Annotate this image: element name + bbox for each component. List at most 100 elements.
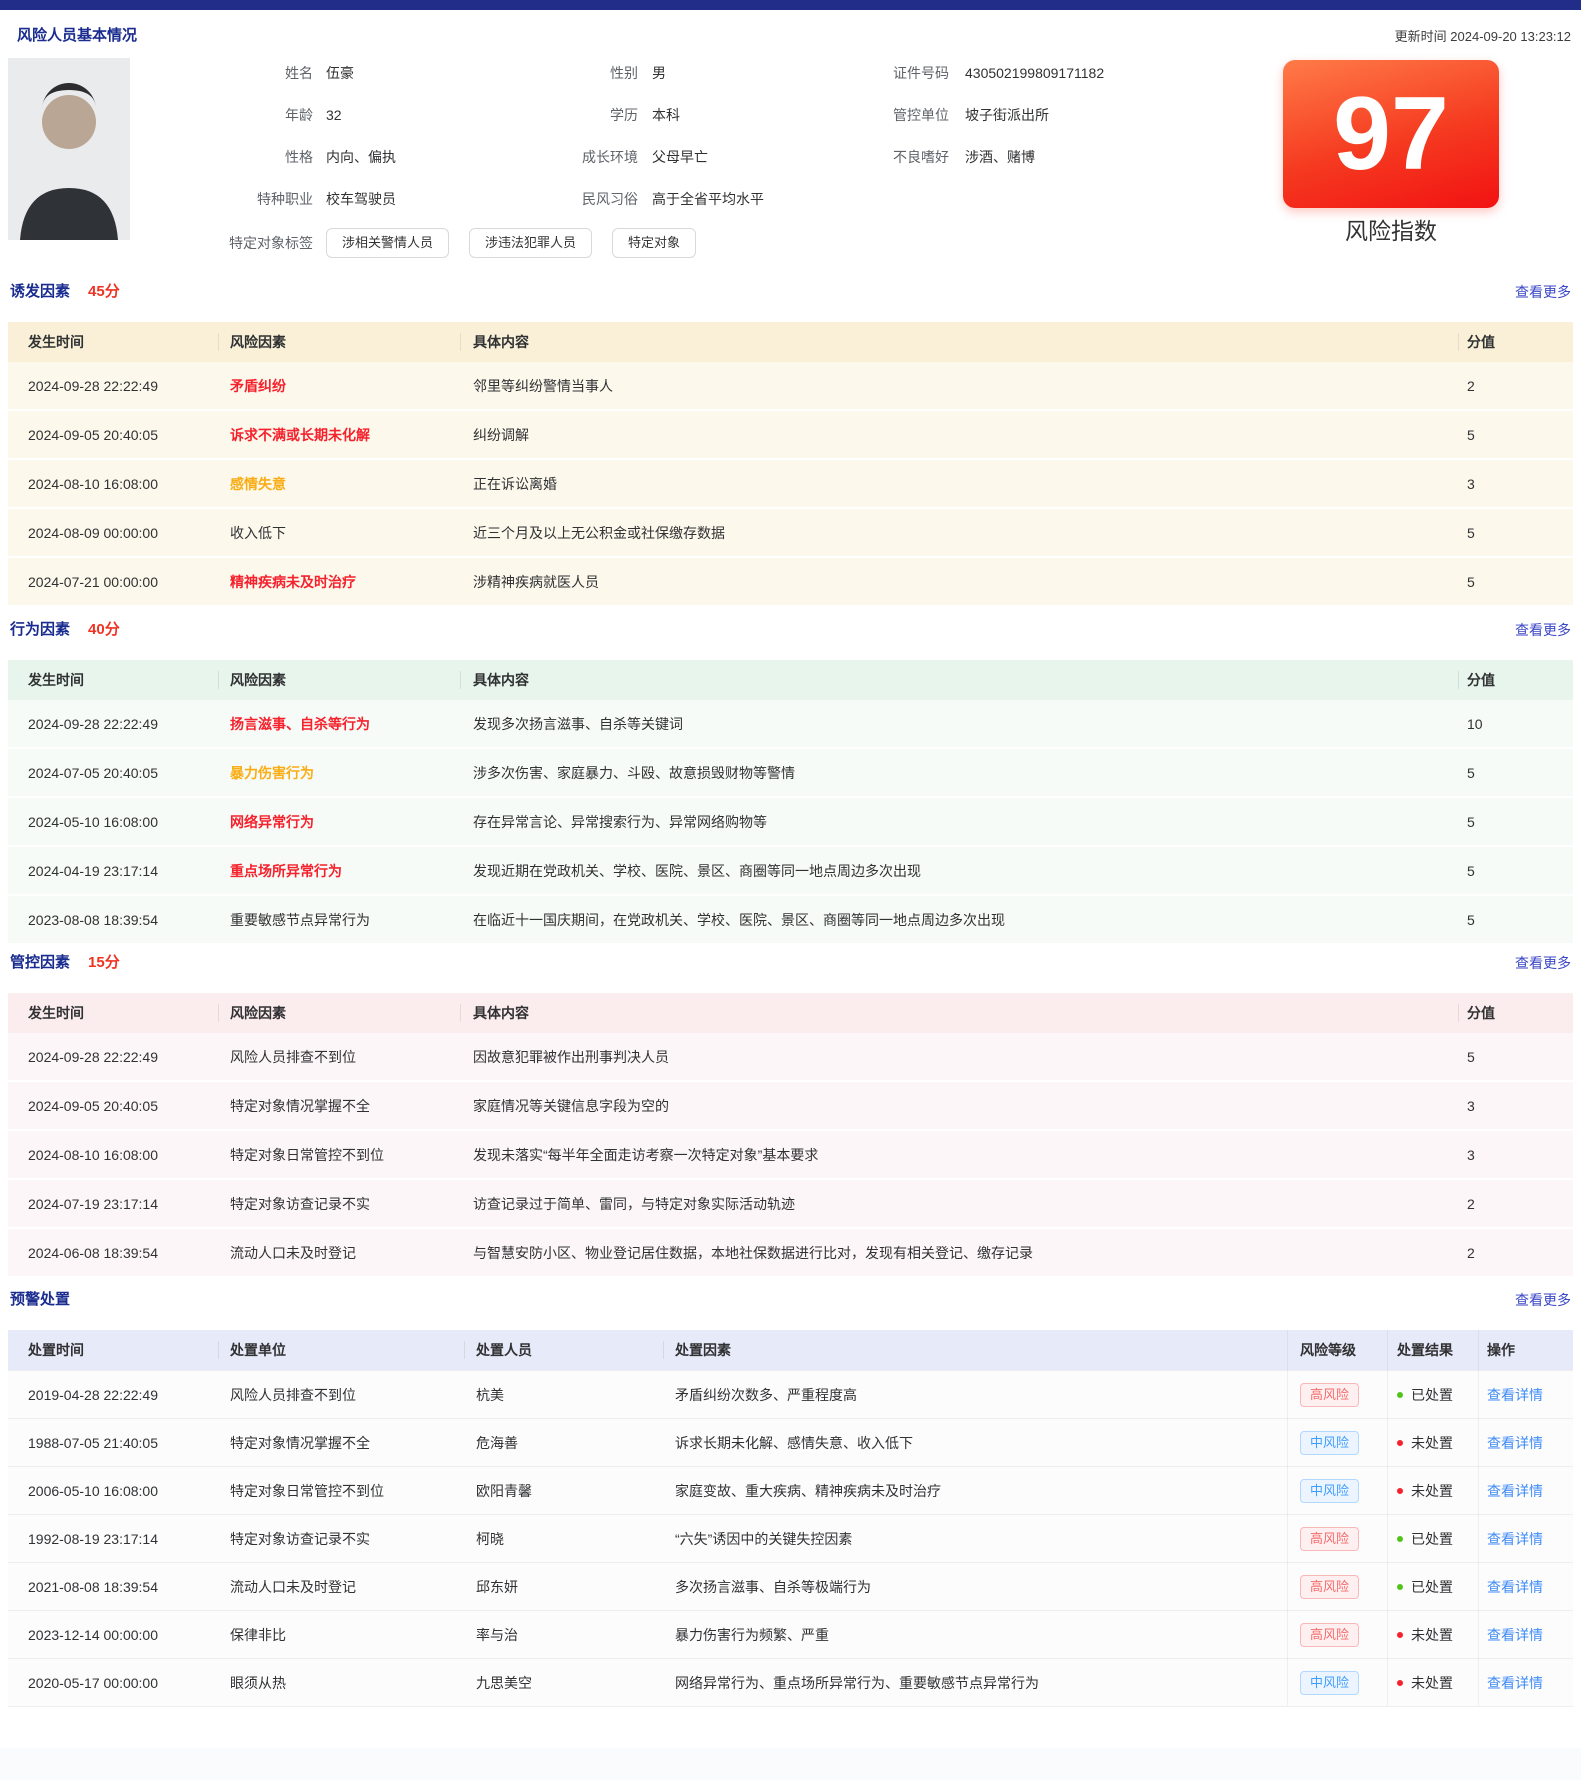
view-detail-link[interactable]: 查看详情 xyxy=(1487,1481,1543,1501)
table-header-cell: 具体内容 xyxy=(473,322,1458,362)
header-divider xyxy=(218,333,219,351)
profile-field-label: 民风习俗 xyxy=(468,188,638,210)
table-cell-result: 已处置 xyxy=(1397,1515,1482,1562)
table-cell-score: 5 xyxy=(1467,847,1562,894)
table-cell-score: 3 xyxy=(1467,1131,1562,1178)
table-cell-action[interactable]: 查看详情 xyxy=(1487,1419,1573,1466)
update-time: 更新时间 2024-09-20 13:23:12 xyxy=(1395,26,1571,45)
table-cell-action[interactable]: 查看详情 xyxy=(1487,1467,1573,1514)
table-cell-score: 5 xyxy=(1467,1033,1562,1080)
result-status-dot xyxy=(1397,1680,1403,1686)
table-cell-factor: 网络异常行为、重点场所异常行为、重要敏感节点异常行为 xyxy=(675,1659,1275,1706)
profile-field-label: 成长环境 xyxy=(468,146,638,168)
profile-field-value: 男 xyxy=(652,62,666,84)
table-cell-time: 2024-09-28 22:22:49 xyxy=(28,1033,218,1080)
section-heading: 行为因素40分 xyxy=(10,619,120,641)
view-detail-link[interactable]: 查看详情 xyxy=(1487,1673,1543,1693)
result-status-dot xyxy=(1397,1584,1403,1590)
table-cell-factor: 家庭变故、重大疾病、精神疾病未及时治疗 xyxy=(675,1467,1275,1514)
table-cell-action[interactable]: 查看详情 xyxy=(1487,1611,1573,1658)
table-header-cell: 风险因素 xyxy=(230,660,468,700)
table-row: 2024-06-08 18:39:54流动人口未及时登记与智慧安防小区、物业登记… xyxy=(8,1227,1573,1276)
table-cell-time: 2023-08-08 18:39:54 xyxy=(28,896,218,943)
table-cell-factor: 诉求长期未化解、感情失意、收入低下 xyxy=(675,1419,1275,1466)
table-cell-factor: 精神疾病未及时治疗 xyxy=(230,558,468,605)
table-row: 2024-08-10 16:08:00特定对象日常管控不到位发现未落实“每半年全… xyxy=(8,1129,1573,1178)
table-cell-score: 5 xyxy=(1467,411,1562,458)
result-status-dot xyxy=(1397,1392,1403,1398)
table-header-cell: 具体内容 xyxy=(473,660,1458,700)
section-table: 处置时间处置单位处置人员处置因素风险等级处置结果操作2019-04-28 22:… xyxy=(8,1330,1573,1707)
profile-field-value: 内向、偏执 xyxy=(326,146,396,168)
view-detail-link[interactable]: 查看详情 xyxy=(1487,1385,1543,1405)
table-cell-action[interactable]: 查看详情 xyxy=(1487,1659,1573,1706)
table-cell-time: 2024-08-10 16:08:00 xyxy=(28,460,218,507)
table-cell-time: 2024-07-05 20:40:05 xyxy=(28,749,218,796)
table-cell-result: 已处置 xyxy=(1397,1563,1482,1610)
view-more-link[interactable]: 查看更多 xyxy=(1515,1289,1571,1311)
table-cell-person: 九思美空 xyxy=(476,1659,661,1706)
table-cell-content: 发现多次扬言滋事、自杀等关键词 xyxy=(473,700,1458,747)
table-cell-level: 高风险 xyxy=(1300,1371,1382,1418)
table-cell-person: 欧阳青馨 xyxy=(476,1467,661,1514)
view-detail-link[interactable]: 查看详情 xyxy=(1487,1529,1543,1549)
view-more-link[interactable]: 查看更多 xyxy=(1515,952,1571,974)
profile-field-value: 坡子街派出所 xyxy=(965,104,1049,126)
table-cell-content: 涉多次伤害、家庭暴力、斗殴、故意损毁财物等警情 xyxy=(473,749,1458,796)
result-status-text: 未处置 xyxy=(1411,1673,1453,1693)
profile-photo xyxy=(8,58,130,240)
view-more-link[interactable]: 查看更多 xyxy=(1515,281,1571,303)
table-header-cell: 分值 xyxy=(1467,322,1562,362)
table-cell-score: 3 xyxy=(1467,460,1562,507)
header-divider xyxy=(460,333,461,351)
view-more-link[interactable]: 查看更多 xyxy=(1515,619,1571,641)
table-header-row: 发生时间风险因素具体内容分值 xyxy=(8,993,1573,1033)
profile-field-label: 证件号码 xyxy=(779,62,949,84)
profile-field-value: 本科 xyxy=(652,104,680,126)
view-detail-link[interactable]: 查看详情 xyxy=(1487,1577,1543,1597)
risk-level-badge: 高风险 xyxy=(1300,1527,1359,1551)
table-row: 2024-08-09 00:00:00收入低下近三个月及以上无公积金或社保缴存数… xyxy=(8,507,1573,556)
result-status-text: 已处置 xyxy=(1411,1577,1453,1597)
table-header-cell: 分值 xyxy=(1467,660,1562,700)
header-divider xyxy=(464,1341,465,1359)
risk-score-card: 97 xyxy=(1283,60,1499,208)
table-header-cell: 处置结果 xyxy=(1397,1330,1482,1370)
table-cell-action[interactable]: 查看详情 xyxy=(1487,1563,1573,1610)
table-cell-unit: 特定对象情况掌握不全 xyxy=(230,1419,460,1466)
table-cell-factor: 矛盾纠纷次数多、严重程度高 xyxy=(675,1371,1275,1418)
page: 风险人员基本情况 更新时间 2024-09-20 13:23:12 姓名伍豪性别… xyxy=(0,0,1581,1780)
special-object-tag: 特定对象 xyxy=(612,228,696,258)
result-status-dot xyxy=(1397,1632,1403,1638)
table-cell-action[interactable]: 查看详情 xyxy=(1487,1371,1573,1418)
table-header-cell: 风险因素 xyxy=(230,993,468,1033)
risk-level-badge: 中风险 xyxy=(1300,1479,1359,1503)
view-detail-link[interactable]: 查看详情 xyxy=(1487,1433,1543,1453)
table-cell-factor: 收入低下 xyxy=(230,509,468,556)
table-cell-score: 5 xyxy=(1467,749,1562,796)
table-row: 1988-07-05 21:40:05特定对象情况掌握不全危海善诉求长期未化解、… xyxy=(8,1418,1573,1466)
view-detail-link[interactable]: 查看详情 xyxy=(1487,1625,1543,1645)
section-heading: 诱发因素45分 xyxy=(10,281,120,303)
table-cell-time: 2006-05-10 16:08:00 xyxy=(28,1467,218,1514)
table-cell-time: 2024-07-21 00:00:00 xyxy=(28,558,218,605)
table-cell-person: 邱东妍 xyxy=(476,1563,661,1610)
table-cell-action[interactable]: 查看详情 xyxy=(1487,1515,1573,1562)
table-cell-time: 2024-06-08 18:39:54 xyxy=(28,1229,218,1276)
table-cell-time: 2021-08-08 18:39:54 xyxy=(28,1563,218,1610)
table-header-cell: 处置因素 xyxy=(675,1330,1275,1370)
table-cell-content: 涉精神疾病就医人员 xyxy=(473,558,1458,605)
table-cell-factor: 暴力伤害行为频繁、严重 xyxy=(675,1611,1275,1658)
table-cell-factor: 网络异常行为 xyxy=(230,798,468,845)
table-cell-score: 5 xyxy=(1467,798,1562,845)
table-cell-content: 正在诉讼离婚 xyxy=(473,460,1458,507)
top-accent-bar xyxy=(0,0,1581,10)
section-table: 发生时间风险因素具体内容分值2024-09-28 22:22:49风险人员排查不… xyxy=(8,993,1573,1276)
table-cell-content: 在临近十一国庆期间，在党政机关、学校、医院、景区、商圈等同一地点周边多次出现 xyxy=(473,896,1458,943)
table-header-cell: 发生时间 xyxy=(28,322,218,362)
table-cell-time: 1988-07-05 21:40:05 xyxy=(28,1419,218,1466)
header-divider xyxy=(1458,671,1459,689)
table-cell-time: 2024-09-28 22:22:49 xyxy=(28,362,218,409)
table-cell-factor: 暴力伤害行为 xyxy=(230,749,468,796)
update-time-label: 更新时间 xyxy=(1395,29,1447,44)
